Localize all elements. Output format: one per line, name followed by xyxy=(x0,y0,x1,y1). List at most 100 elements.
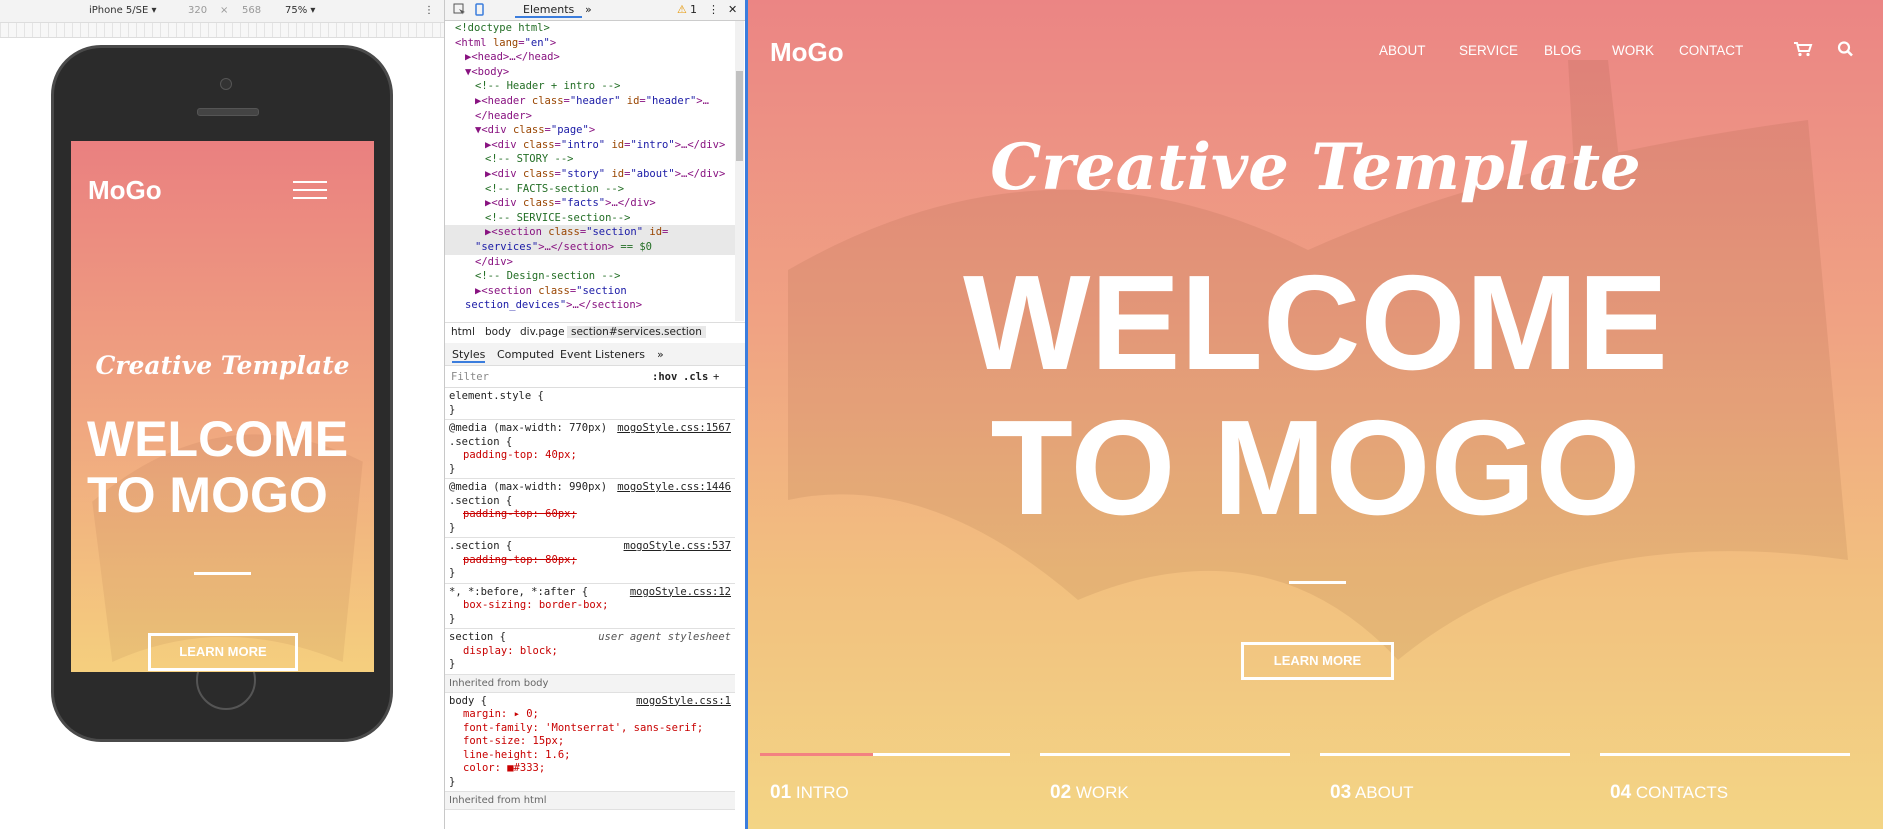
desktop-logo[interactable]: MoGo xyxy=(770,37,844,68)
css-property[interactable]: padding-top: 80px; xyxy=(449,554,731,568)
zoom-select[interactable]: 75% ▾ xyxy=(285,5,315,16)
height-input[interactable]: 568 xyxy=(242,5,261,16)
tab-elements[interactable]: Elements xyxy=(515,3,583,18)
css-property[interactable]: line-height: 1.6; xyxy=(449,749,731,763)
rule-source-link[interactable]: user agent stylesheet xyxy=(598,631,731,643)
rule-source-link[interactable]: mogoStyle.css:537 xyxy=(624,540,731,552)
dom-node-line[interactable]: ▶<head>…</head> xyxy=(445,50,735,65)
dom-node-line[interactable]: <!doctype html> xyxy=(445,21,735,36)
css-property[interactable]: box-sizing: border-box; xyxy=(449,599,731,613)
breadcrumb-html[interactable]: html xyxy=(451,326,475,338)
dom-node-line[interactable]: section_devices">…</section> xyxy=(445,298,735,313)
dom-node-line[interactable]: <!-- SERVICE-section--> xyxy=(445,211,735,226)
zoom-value: 75% xyxy=(285,5,308,16)
width-input[interactable]: 320 xyxy=(188,5,207,16)
cart-icon[interactable] xyxy=(1793,41,1813,57)
rule-source-link[interactable]: mogoStyle.css:1 xyxy=(636,695,731,707)
nav-item-service[interactable]: SERVICE xyxy=(1459,43,1518,58)
dom-node-line[interactable]: </div> xyxy=(445,255,735,270)
css-rule[interactable]: mogoStyle.css:12 *, *:before, *:after {bo… xyxy=(445,584,735,629)
css-property[interactable]: display: block; xyxy=(449,645,731,659)
dom-token: </header> xyxy=(475,109,532,122)
dom-node-line[interactable]: ▼<body> xyxy=(445,65,735,80)
css-rule-body[interactable]: mogoStyle.css:1 body {margin: ▸ 0; font-fa… xyxy=(445,693,735,792)
dom-token: ▼<body> xyxy=(465,65,510,78)
dom-token: class xyxy=(512,124,545,137)
css-rule[interactable]: mogoStyle.css:1567 @media (max-width: 770… xyxy=(445,420,735,479)
css-property[interactable]: margin: ▸ 0; xyxy=(449,708,731,722)
dom-token: "facts" xyxy=(560,197,606,210)
css-rule[interactable]: mogoStyle.css:1446 @media (max-width: 990… xyxy=(445,479,735,538)
rule-source-link[interactable]: mogoStyle.css:1446 xyxy=(617,481,731,493)
step-work[interactable]: 02 WORK xyxy=(1050,782,1129,804)
css-property[interactable]: color: ■#333; xyxy=(449,762,731,776)
dom-token: = xyxy=(662,226,669,239)
nav-item-blog[interactable]: BLOG xyxy=(1544,43,1582,58)
step-intro-num: 01 xyxy=(770,782,792,803)
dom-node-line[interactable]: ▼<div class="page"> xyxy=(445,123,735,138)
styles-pane: element.style {} mogoStyle.css:1567 @media… xyxy=(445,388,735,829)
dom-node-line[interactable]: <!-- FACTS-section --> xyxy=(445,182,735,197)
css-property[interactable]: font-family: 'Montserrat', sans-serif; xyxy=(449,722,731,736)
devtools-menu-icon[interactable]: ⋮ xyxy=(708,3,719,16)
dom-node-line[interactable]: "services">…</section> == $0 xyxy=(445,239,735,255)
dom-node-line[interactable]: ▶<div class="facts">…</div> xyxy=(445,196,735,211)
css-property[interactable]: padding-top: 60px; xyxy=(449,508,731,522)
css-property[interactable]: padding-top: 40px; xyxy=(449,449,731,463)
dom-token: <!doctype html> xyxy=(455,22,550,34)
warning-icon[interactable]: ⚠ xyxy=(677,3,687,16)
toolbar-more-icon[interactable]: ⋮ xyxy=(424,5,434,16)
css-property[interactable]: font-size: 15px; xyxy=(449,735,731,749)
rule-source-link[interactable]: mogoStyle.css:1567 xyxy=(617,422,731,434)
hamburger-menu-icon[interactable] xyxy=(293,181,327,199)
dom-node-line[interactable]: <html lang="en"> xyxy=(445,36,735,51)
tab-styles[interactable]: Styles xyxy=(452,348,486,363)
device-toggle-icon[interactable] xyxy=(473,3,486,19)
css-rule[interactable]: element.style {} xyxy=(445,388,735,420)
styles-filter-input[interactable]: Filter xyxy=(451,371,489,383)
nav-item-about[interactable]: ABOUT xyxy=(1379,43,1426,58)
css-rule[interactable]: user agent stylesheet section {display: b… xyxy=(445,629,735,675)
dom-node-line[interactable]: ▶<header class="header" id="header">… xyxy=(445,94,735,109)
dom-node-line[interactable]: ▶<div class="story" id="about">…</div> xyxy=(445,167,735,182)
rule-source-link[interactable]: mogoStyle.css:12 xyxy=(630,586,731,598)
add-rule-icon[interactable]: + xyxy=(713,371,719,383)
tab-computed[interactable]: Computed xyxy=(497,348,554,361)
breadcrumb-div-page[interactable]: div.page xyxy=(520,326,565,338)
tab-event-listeners[interactable]: Event Listeners xyxy=(560,348,645,361)
dom-node-line[interactable]: </header> xyxy=(445,109,735,124)
device-select[interactable]: iPhone 5/SE ▾ xyxy=(89,5,157,16)
nav-item-contact[interactable]: CONTACT xyxy=(1679,43,1743,58)
step-about[interactable]: 03 ABOUT xyxy=(1330,782,1414,804)
nav-item-work[interactable]: WORK xyxy=(1612,43,1654,58)
breadcrumb-section-services[interactable]: section#services.section xyxy=(567,326,706,338)
css-rule[interactable]: mogoStyle.css:537 .section {padding-top: … xyxy=(445,538,735,584)
inspect-element-icon[interactable] xyxy=(453,3,466,19)
tab-more-styles[interactable]: » xyxy=(657,348,664,361)
step-intro[interactable]: 01 INTRO xyxy=(770,782,849,804)
dom-token: == $0 xyxy=(614,240,653,253)
dom-token: ▶<div xyxy=(485,167,523,180)
more-tabs-icon[interactable]: » xyxy=(585,3,592,16)
dom-token: >…</section> xyxy=(538,240,615,253)
desktop-learn-more-button[interactable]: LEARN MORE xyxy=(1241,642,1394,680)
step-work-label: WORK xyxy=(1075,783,1129,802)
dom-node-line[interactable]: ▶<div class="intro" id="intro">…</div> xyxy=(445,138,735,153)
step-contacts[interactable]: 04 CONTACTS xyxy=(1610,782,1728,804)
dom-token: >…</div> xyxy=(605,197,656,210)
mobile-learn-more-button[interactable]: LEARN MORE xyxy=(148,633,298,671)
close-icon[interactable]: ✕ xyxy=(728,3,737,16)
cls-toggle[interactable]: .cls xyxy=(683,371,708,383)
search-icon[interactable] xyxy=(1836,40,1856,58)
dom-node-line[interactable]: <!-- Header + intro --> xyxy=(445,79,735,94)
breadcrumb-body[interactable]: body xyxy=(485,326,511,338)
dom-tree-scrollbar[interactable] xyxy=(735,21,744,321)
dom-tree[interactable]: <!doctype html> <html lang="en"> ▶<head>…<… xyxy=(445,21,735,321)
dom-token: "header" xyxy=(569,94,621,107)
mobile-logo[interactable]: MoGo xyxy=(88,175,162,206)
dom-node-line[interactable]: <!-- STORY --> xyxy=(445,152,735,167)
dom-node-line[interactable]: ▶<section class="section xyxy=(445,284,735,299)
dom-node-line[interactable]: <!-- Design-section --> xyxy=(445,269,735,284)
dom-node-line[interactable]: ▶<section class="section" id= xyxy=(445,225,735,240)
hov-toggle[interactable]: :hov xyxy=(652,371,677,383)
